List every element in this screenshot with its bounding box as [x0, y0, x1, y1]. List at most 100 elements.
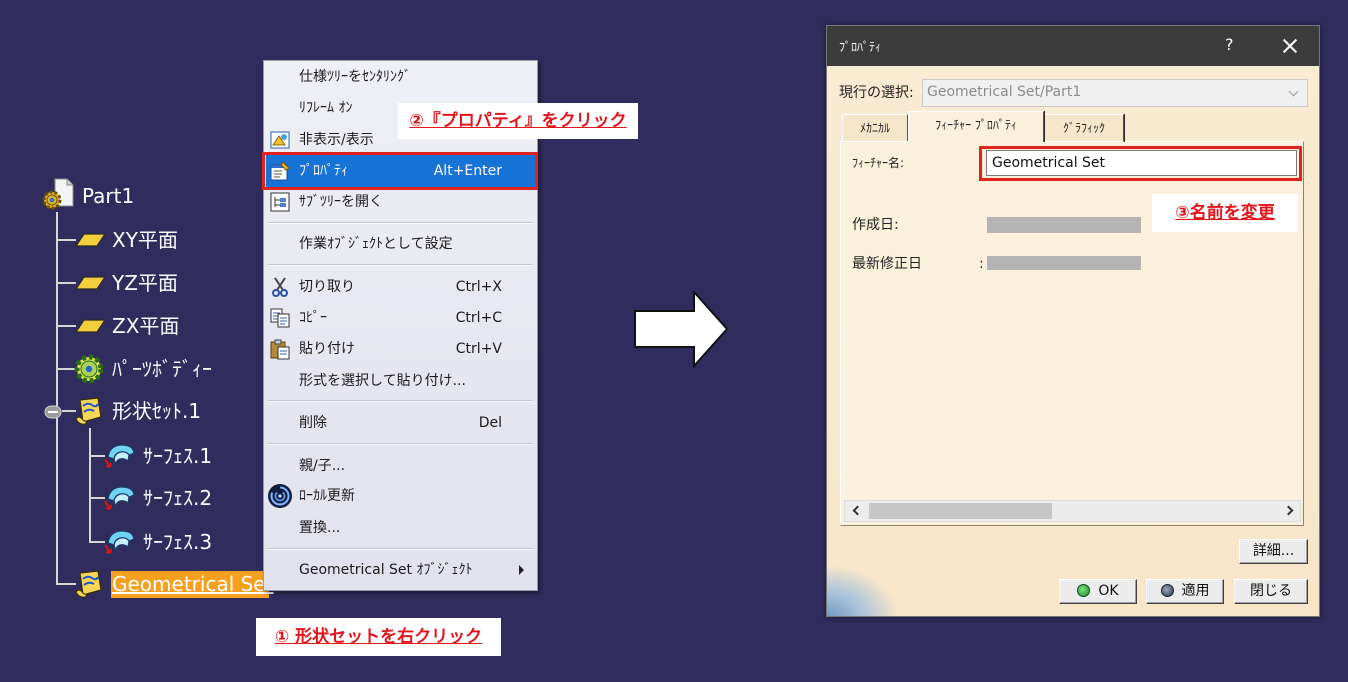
- paste-icon: [269, 338, 291, 360]
- ok-button[interactable]: OK: [1059, 579, 1137, 604]
- tab-mechanical[interactable]: ﾒｶﾆｶﾙ: [842, 114, 908, 142]
- current-selection-label: 現行の選択:: [839, 85, 914, 101]
- menu-item-label: ｺﾋﾟｰ: [299, 310, 327, 326]
- submenu-arrow-icon: [519, 565, 524, 575]
- tree-connector-line: [57, 325, 76, 327]
- collapse-node-icon[interactable]: [44, 404, 62, 419]
- menu-item-label: 形式を選択して貼り付け...: [299, 373, 466, 389]
- hide-show-icon: [269, 129, 291, 151]
- tree-node-geometrical-set-selected[interactable]: Geometrical Set: [111, 571, 273, 598]
- menu-item-label: ﾛｰｶﾙ更新: [299, 488, 355, 504]
- annotation-step1: ① 形状セットを右クリック: [256, 618, 501, 656]
- menu-item-label: ｻﾌﾞﾂﾘｰを開く: [299, 194, 383, 210]
- context-menu: 仕様ﾂﾘｰをｾﾝﾀﾘﾝｸﾞ ﾘﾌﾚｰﾑ ｵﾝ 非表示/表示 ﾌﾟﾛﾊﾟﾃｨ Al…: [263, 60, 538, 591]
- tab-graphic[interactable]: ｸﾞﾗﾌｨｯｸ: [1044, 114, 1124, 142]
- tree-node-geometrical-set-1[interactable]: 形状ｾｯﾄ.1: [112, 399, 201, 423]
- part-icon[interactable]: [40, 176, 76, 212]
- menu-item-replace[interactable]: 置換...: [266, 513, 535, 543]
- surface-icon: [102, 441, 136, 471]
- scissors-icon: [269, 276, 291, 298]
- menu-item-geometrical-set-object[interactable]: Geometrical Set ｵﾌﾞｼﾞｪｸﾄ: [266, 555, 535, 585]
- tree-node-surface-1[interactable]: ｻｰﾌｪｽ.1: [143, 444, 212, 468]
- menu-item-label: 非表示/表示: [299, 132, 374, 148]
- menu-item-shortcut: Ctrl+X: [455, 279, 502, 295]
- surface-icon: [102, 527, 136, 557]
- tree-connector-line: [57, 282, 76, 284]
- ok-icon: [1077, 584, 1091, 597]
- help-button[interactable]: ?: [1225, 35, 1234, 54]
- current-selection-value: Geometrical Set/Part1: [927, 84, 1082, 100]
- current-selection-dropdown[interactable]: Geometrical Set/Part1: [922, 79, 1308, 107]
- close-icon[interactable]: [1282, 38, 1298, 54]
- tree-connector-line: [56, 212, 58, 585]
- menu-item-parents-children[interactable]: 親/子...: [266, 451, 535, 481]
- tree-node-xy-plane[interactable]: XY平面: [112, 228, 178, 252]
- menu-item-cut[interactable]: 切り取り Ctrl+X: [266, 272, 535, 302]
- menu-separator: [268, 264, 533, 266]
- menu-separator: [268, 222, 533, 224]
- menu-item-paste-special[interactable]: 形式を選択して貼り付け...: [266, 366, 535, 396]
- properties-highlight-frame: [262, 152, 538, 190]
- tree-node-zx-plane[interactable]: ZX平面: [112, 314, 179, 338]
- dialog-corner-decoration: [827, 566, 897, 616]
- menu-item-label: 切り取り: [299, 279, 355, 295]
- menu-item-label: ﾘﾌﾚｰﾑ ｵﾝ: [299, 100, 353, 116]
- tree-node-surface-3[interactable]: ｻｰﾌｪｽ.3: [143, 530, 212, 554]
- menu-item-delete[interactable]: 削除 Del: [266, 408, 535, 438]
- details-button[interactable]: 詳細...: [1239, 539, 1308, 564]
- menu-separator: [268, 400, 533, 402]
- modified-date-value: [987, 256, 1141, 270]
- feature-name-input[interactable]: [986, 150, 1297, 176]
- right-arrow-icon: [634, 289, 729, 369]
- menu-item-paste[interactable]: 貼り付け Ctrl+V: [266, 334, 535, 364]
- tree-connector-line: [89, 428, 91, 543]
- tree-connector-line: [57, 239, 76, 241]
- created-date-label: 作成日:: [852, 217, 899, 233]
- close-button-label: 閉じる: [1250, 583, 1292, 599]
- scrollbar-thumb[interactable]: [869, 503, 1052, 519]
- created-date-value: [987, 217, 1141, 233]
- plane-icon: [74, 318, 107, 334]
- plane-icon: [74, 275, 107, 291]
- menu-item-shortcut: Del: [478, 415, 502, 431]
- menu-item-copy[interactable]: ｺﾋﾟｰ Ctrl+C: [266, 303, 535, 333]
- menu-item-local-update[interactable]: ﾛｰｶﾙ更新: [266, 481, 535, 511]
- annotation-step3: ③名前を変更: [1152, 194, 1298, 232]
- body-icon: [73, 353, 105, 385]
- menu-item-open-subtree[interactable]: ｻﾌﾞﾂﾘｰを開く: [266, 187, 535, 217]
- ok-button-label: OK: [1098, 583, 1119, 599]
- annotation-step2: ②『プロパティ』をクリック: [398, 103, 638, 139]
- geometrical-set-icon: [73, 395, 105, 427]
- tree-node-label: Geometrical Set: [112, 572, 274, 596]
- menu-item-label: 削除: [299, 415, 327, 431]
- apply-button-label: 適用: [1181, 583, 1210, 599]
- tree-node-surface-2[interactable]: ｻｰﾌｪｽ.2: [143, 486, 212, 510]
- tree-node-part-body[interactable]: ﾊﾟｰﾂﾎﾞﾃﾞｨｰ: [112, 357, 212, 381]
- scroll-right-icon[interactable]: [1283, 505, 1294, 516]
- menu-item-label: 置換...: [299, 520, 341, 536]
- tab-feature-properties[interactable]: ﾌｨｰﾁｬｰ ﾌﾟﾛﾊﾟﾃｨ: [908, 111, 1044, 142]
- details-button-label: 詳細...: [1252, 543, 1295, 559]
- chevron-down-icon: [1288, 86, 1299, 97]
- menu-item-label: 作業ｵﾌﾞｼﾞｪｸﾄとして設定: [299, 236, 453, 252]
- apply-button[interactable]: 適用: [1146, 579, 1224, 604]
- horizontal-scrollbar[interactable]: [844, 500, 1301, 522]
- menu-item-center-tree[interactable]: 仕様ﾂﾘｰをｾﾝﾀﾘﾝｸﾞ: [266, 62, 535, 92]
- tree-node-part1[interactable]: Part1: [82, 184, 134, 208]
- close-button[interactable]: 閉じる: [1234, 579, 1308, 604]
- scroll-left-icon[interactable]: [852, 505, 863, 516]
- menu-item-label: 親/子...: [299, 458, 346, 474]
- dialog-title: ﾌﾟﾛﾊﾟﾃｨ: [839, 40, 882, 54]
- dialog-title-bar[interactable]: ﾌﾟﾛﾊﾟﾃｨ ?: [827, 26, 1319, 66]
- menu-item-shortcut: Ctrl+V: [455, 341, 502, 357]
- feature-name-label: ﾌｨｰﾁｬｰ名:: [852, 156, 905, 170]
- surface-icon: [102, 483, 136, 513]
- copy-icon: [269, 307, 291, 329]
- modified-date-colon: :: [979, 256, 984, 272]
- plane-icon: [74, 232, 107, 248]
- menu-item-label: 貼り付け: [299, 341, 355, 357]
- tree-node-yz-plane[interactable]: YZ平面: [112, 271, 178, 295]
- menu-item-shortcut: Ctrl+C: [455, 310, 502, 326]
- properties-dialog: ﾌﾟﾛﾊﾟﾃｨ ? 現行の選択: Geometrical Set/Part1 ﾒ…: [826, 25, 1320, 617]
- menu-item-define-in-work-object[interactable]: 作業ｵﾌﾞｼﾞｪｸﾄとして設定: [266, 229, 535, 259]
